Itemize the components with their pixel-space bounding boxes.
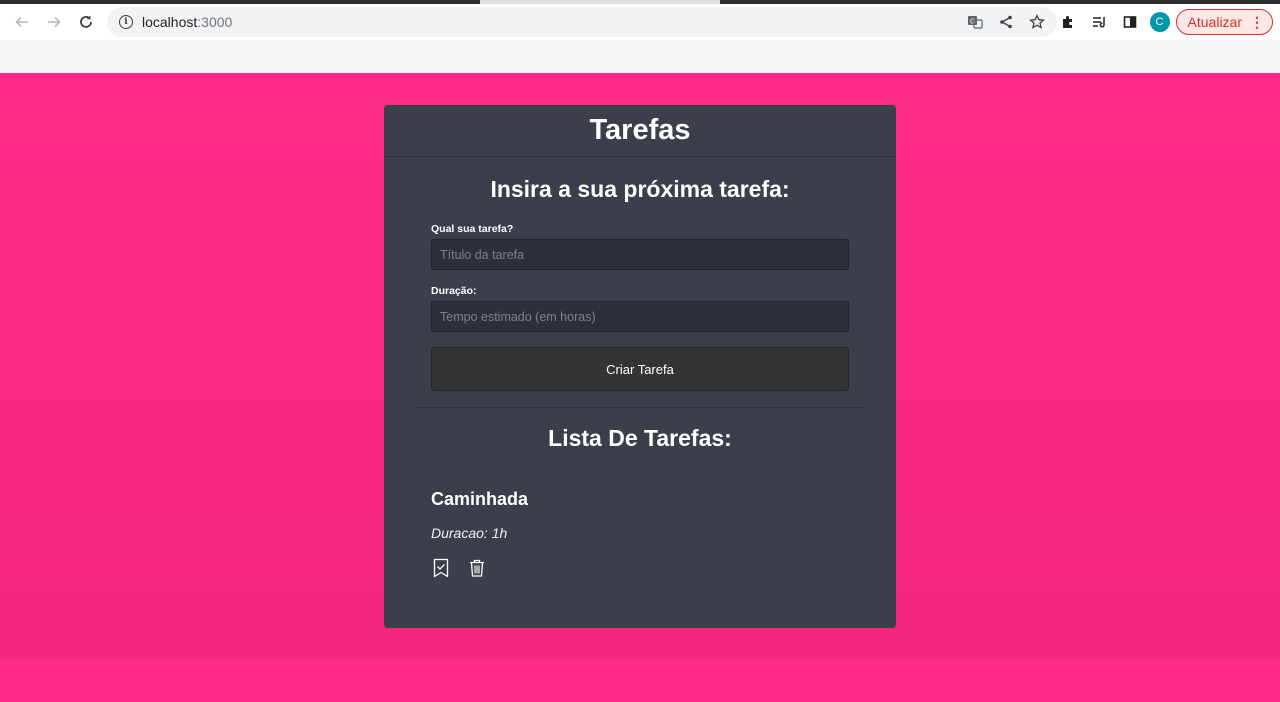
task-actions [431,557,849,579]
bookmark-bar [0,40,1280,72]
duration-input[interactable] [431,301,849,332]
trash-icon[interactable] [467,557,487,579]
page-background: Tarefas Insira a sua próxima tarefa: Qua… [0,73,1280,660]
reload-icon[interactable] [72,8,100,36]
puzzle-icon[interactable] [1053,8,1084,36]
task-field: Qual sua tarefa? [431,223,849,270]
bookmark-check-icon[interactable] [431,557,451,579]
new-task-form: Insira a sua próxima tarefa: Qual sua ta… [384,176,896,391]
star-icon[interactable] [1022,8,1053,36]
task-title-input[interactable] [431,239,849,270]
update-button[interactable]: Atualizar ⋮ [1175,9,1273,35]
list-item: Caminhada Duracao: 1h [431,489,849,579]
task-title: Caminhada [431,489,529,509]
side-panel-icon[interactable] [1115,8,1146,36]
list-heading: Lista De Tarefas: [548,425,732,451]
duration-field: Duração: [431,285,849,332]
task-list: Lista De Tarefas: Caminhada Duracao: 1h [384,425,896,579]
tasks-card: Tarefas Insira a sua próxima tarefa: Qua… [384,105,896,628]
arrow-left-icon[interactable] [8,8,36,36]
section-divider [416,407,864,408]
browser-toolbar: i localhost:3000 G C Atualizar ⋮ [0,4,1280,40]
address-bar[interactable]: i localhost:3000 [107,7,1057,37]
url-host: localhost [142,14,198,30]
update-button-label: Atualizar [1187,14,1242,30]
app-title: Tarefas [384,105,896,157]
url-port: :3000 [197,14,233,30]
task-duration: Duracao: 1h [431,525,508,541]
page-footer-band [0,660,1280,702]
duration-label: Duração: [431,285,477,297]
task-title-label: Qual sua tarefa? [431,223,514,235]
more-menu-icon: ⋮ [1250,13,1264,30]
toolbar-actions: G C Atualizar ⋮ [960,4,1280,40]
profile-avatar[interactable]: C [1149,12,1170,32]
translate-icon[interactable]: G [960,8,991,36]
form-heading: Insira a sua próxima tarefa: [490,176,790,202]
info-icon[interactable]: i [119,15,133,29]
reading-list-icon[interactable] [1084,8,1115,36]
arrow-right-icon[interactable] [40,8,68,36]
share-icon[interactable] [991,8,1022,36]
create-task-button[interactable]: Criar Tarefa [431,347,849,391]
